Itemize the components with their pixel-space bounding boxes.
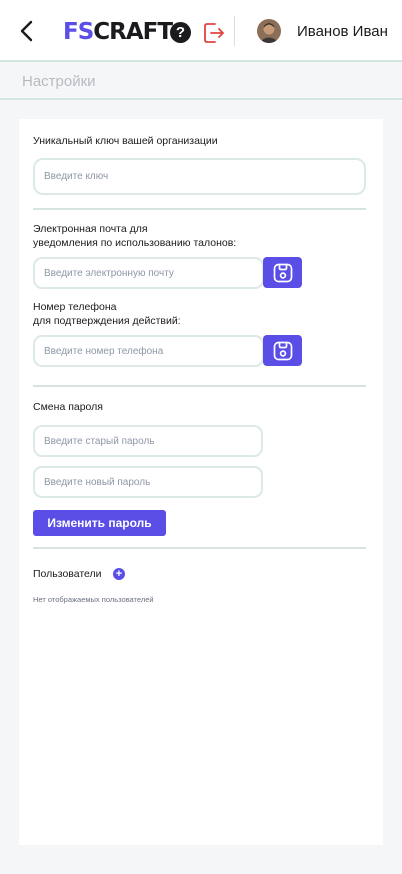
- save-icon: [273, 341, 292, 360]
- logo-fs: FS: [63, 19, 94, 45]
- save-phone-button[interactable]: [263, 335, 302, 366]
- email-label-line2: уведомления по использованию талонов:: [33, 237, 237, 249]
- divider: [33, 385, 366, 387]
- breadcrumb-bar: Настройки: [0, 62, 402, 100]
- user-name[interactable]: Иванов Иван: [297, 23, 388, 41]
- phone-label-line2: для подтверждения действий:: [33, 315, 181, 327]
- users-empty-state: Нет отображаемых пользователей: [33, 595, 154, 604]
- back-arrow-icon[interactable]: [14, 18, 40, 44]
- logout-icon[interactable]: [201, 20, 227, 46]
- phone-input[interactable]: [33, 335, 264, 367]
- save-email-button[interactable]: [263, 257, 302, 288]
- add-user-icon[interactable]: +: [113, 568, 125, 580]
- org-key-input[interactable]: [33, 158, 366, 195]
- org-key-label: Уникальный ключ вашей организации: [33, 135, 218, 147]
- email-input[interactable]: [33, 257, 264, 289]
- avatar[interactable]: [257, 19, 281, 43]
- divider: [33, 208, 366, 210]
- settings-card: Уникальный ключ вашей организации Электр…: [19, 119, 383, 845]
- divider: [33, 547, 366, 549]
- page-title: Настройки: [22, 73, 96, 90]
- users-label: Пользователи: [33, 568, 102, 580]
- app-header: FSCRAFT ? Иванов Иван: [0, 0, 402, 62]
- help-icon[interactable]: ?: [170, 22, 191, 43]
- change-password-button[interactable]: Изменить пароль: [33, 510, 166, 536]
- password-section-label: Смена пароля: [33, 401, 103, 413]
- email-label-line1: Электронная почта для: [33, 223, 148, 235]
- header-divider: [234, 16, 235, 46]
- logo-craft: CRAFT: [93, 19, 173, 45]
- save-icon: [273, 263, 292, 282]
- new-password-input[interactable]: [33, 466, 263, 498]
- old-password-input[interactable]: [33, 425, 263, 457]
- phone-label-line1: Номер телефона: [33, 301, 117, 313]
- app-logo[interactable]: FSCRAFT: [63, 17, 173, 47]
